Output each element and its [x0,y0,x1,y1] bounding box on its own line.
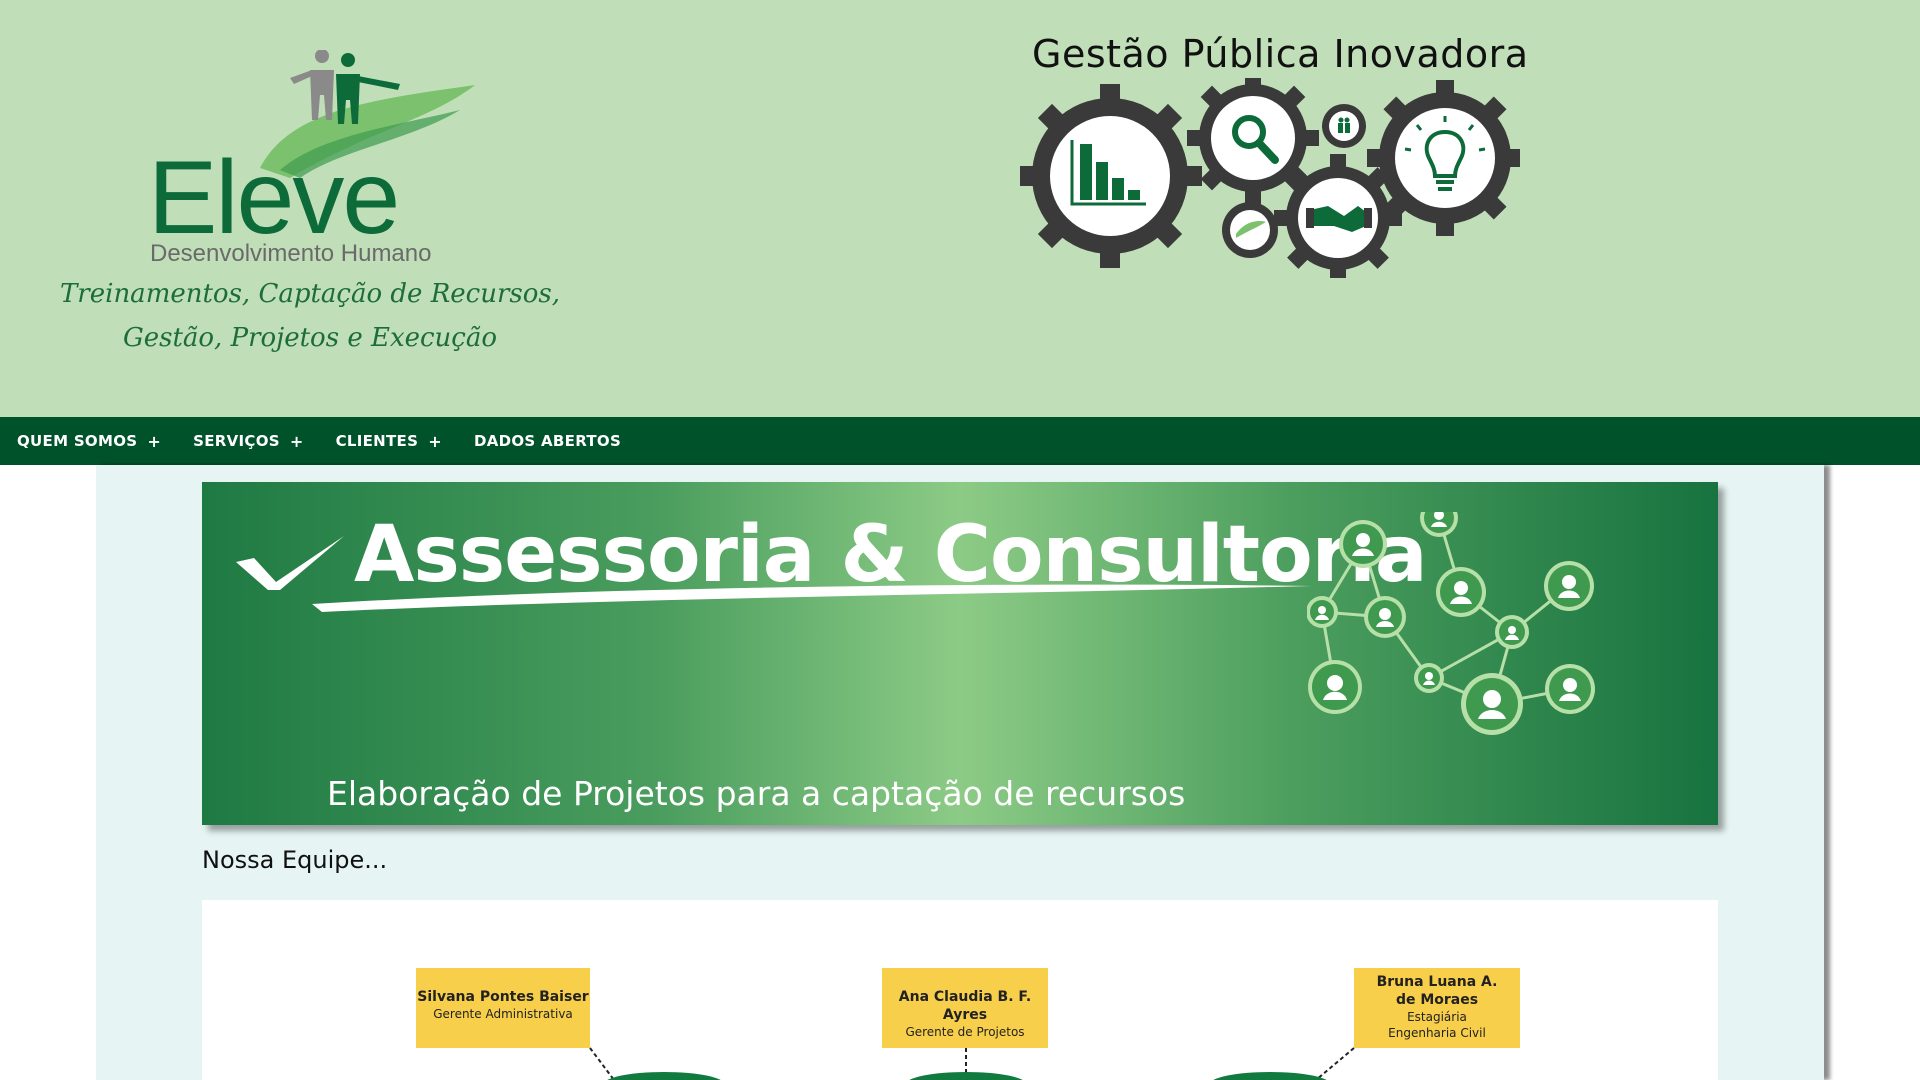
nav-label: DADOS ABERTOS [473,432,622,450]
nav-item-dados-abertos[interactable]: DADOS ABERTOS [458,432,637,450]
expand-plus-icon: + [428,431,442,451]
member-name-line-1: Bruna Luana A. [1376,974,1498,990]
member-name: Silvana Pontes Baiser [417,989,589,1005]
banner-subtitle: Elaboração de Projetos para a captação d… [327,774,1186,813]
people-network-icon [1307,512,1595,735]
nav-label: SERVIÇOS [193,432,280,450]
avatar [607,1072,721,1080]
member-role: Gerente de Projetos [905,1025,1025,1039]
main-nav: QUEM SOMOS + SERVIÇOS + CLIENTES + DADOS… [0,417,1920,465]
tagline-line-2: Gestão, Projetos e Execução [122,323,498,353]
logo-tagline: Treinamentos, Captação de Recursos, Gest… [50,272,570,360]
team-member-card[interactable]: Ana Claudia B. F. Ayres Gerente de Proje… [882,968,1048,1048]
nav-label: CLIENTES [335,432,419,450]
member-role: Gerente Administrativa [433,1007,573,1021]
member-name-line-2: de Moraes [1395,992,1479,1008]
tagline-line-1: Treinamentos, Captação de Recursos, [59,279,561,309]
logo-wordmark: Eleve [148,140,400,256]
avatar [909,1072,1023,1080]
member-role-line-2: Engenharia Civil [1388,1026,1486,1040]
member-name: Ana Claudia B. F. Ayres [898,989,1032,1023]
nav-item-servicos[interactable]: SERVIÇOS + [177,432,319,451]
nav-label: QUEM SOMOS [17,432,138,450]
team-heading: Nossa Equipe... [202,846,388,874]
team-chart: Silvana Pontes Baiser Gerente Administra… [202,900,1718,1080]
nav-item-quem-somos[interactable]: QUEM SOMOS + [0,432,177,451]
logo-subtitle: Desenvolvimento Humano [150,240,432,267]
innovation-gears-icon [1020,78,1520,278]
hero-banner[interactable]: Assessoria & Consultoria Elaboração de P… [202,482,1718,825]
expand-plus-icon: + [289,431,304,451]
eleve-logo[interactable]: Eleve Desenvolvimento Humano Treinamento… [50,50,570,370]
member-role-line-1: Estagiária [1407,1010,1467,1024]
badge-title: Gestão Pública Inovadora [1032,32,1529,76]
site-header: Eleve Desenvolvimento Humano Treinamento… [0,0,1920,417]
team-member-card[interactable]: Silvana Pontes Baiser Gerente Administra… [416,968,590,1048]
expand-plus-icon: + [147,431,162,451]
nav-item-clientes[interactable]: CLIENTES + [320,432,458,451]
banner-title: Assessoria & Consultoria [354,510,1427,600]
avatar [1213,1072,1327,1080]
team-member-card[interactable]: Bruna Luana A. de Moraes Estagiária Enge… [1354,968,1520,1048]
